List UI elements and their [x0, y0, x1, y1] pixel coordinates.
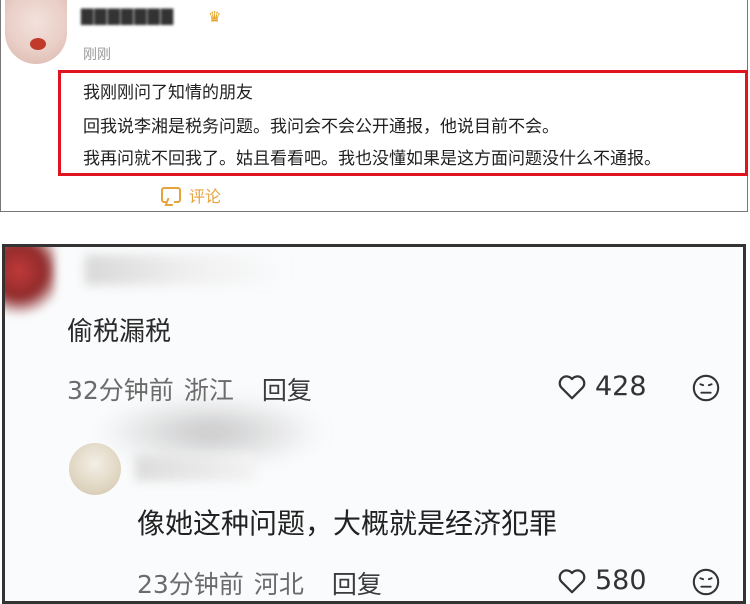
blurred-username[interactable] — [85, 255, 285, 285]
vip-crown-icon: ♛ — [208, 8, 222, 26]
comment-timestamp: 刚刚 — [83, 47, 111, 63]
heart-icon — [558, 568, 586, 593]
avatar-lips-graphic — [30, 38, 46, 50]
comment-2-text: 像她这种问题，大概就是经济犯罪 — [137, 507, 558, 540]
emoji-face-icon[interactable] — [691, 373, 721, 403]
comment-2-like-count: 580 — [595, 565, 647, 596]
quote-line-3: 我再问就不回我了。姑且看看吧。我也没懂如果是这方面问题没什么不通报。 — [83, 149, 661, 169]
comment-2-like-button[interactable]: 580 — [557, 565, 647, 596]
comment-1-like-count: 428 — [595, 371, 647, 402]
comment-1-like-button[interactable]: 428 — [557, 371, 647, 402]
user-avatar[interactable] — [5, 0, 67, 64]
comment-icon — [161, 187, 181, 203]
comment-list-card: 偷税漏税 32分钟前 浙江 回复 428 像她这种问题，大概就是经济犯罪 23分… — [2, 244, 746, 604]
comment-label: 评论 — [189, 187, 222, 206]
username-blurred[interactable]: ▇▇▇▇▇▇▇ — [81, 6, 174, 25]
quote-line-1: 我刚刚问了知情的朋友 — [83, 83, 253, 103]
comment-2-blurred-username[interactable] — [135, 455, 255, 481]
comment-2-meta: 23分钟前 河北 回复 — [137, 565, 382, 601]
comment-1-text: 偷税漏税 — [67, 317, 172, 347]
heart-icon — [558, 374, 586, 399]
comment-2-avatar[interactable] — [69, 443, 121, 495]
quote-line-2: 回我说李湘是税务问题。我问会不会公开通报，他说目前不会。 — [83, 117, 559, 137]
top-comment-card: ▇▇▇▇▇▇▇ ♛ 刚刚 我刚刚问了知情的朋友 回我说李湘是税务问题。我问会不会… — [0, 0, 748, 212]
comment-2-location: 河北 — [253, 570, 304, 599]
comment-button[interactable]: 评论 — [161, 183, 221, 207]
blurred-avatar[interactable] — [5, 247, 55, 319]
comment-2-reply-button[interactable]: 回复 — [332, 565, 382, 601]
emoji-face-icon[interactable] — [691, 567, 721, 597]
comment-2-time: 23分钟前 — [137, 570, 244, 599]
